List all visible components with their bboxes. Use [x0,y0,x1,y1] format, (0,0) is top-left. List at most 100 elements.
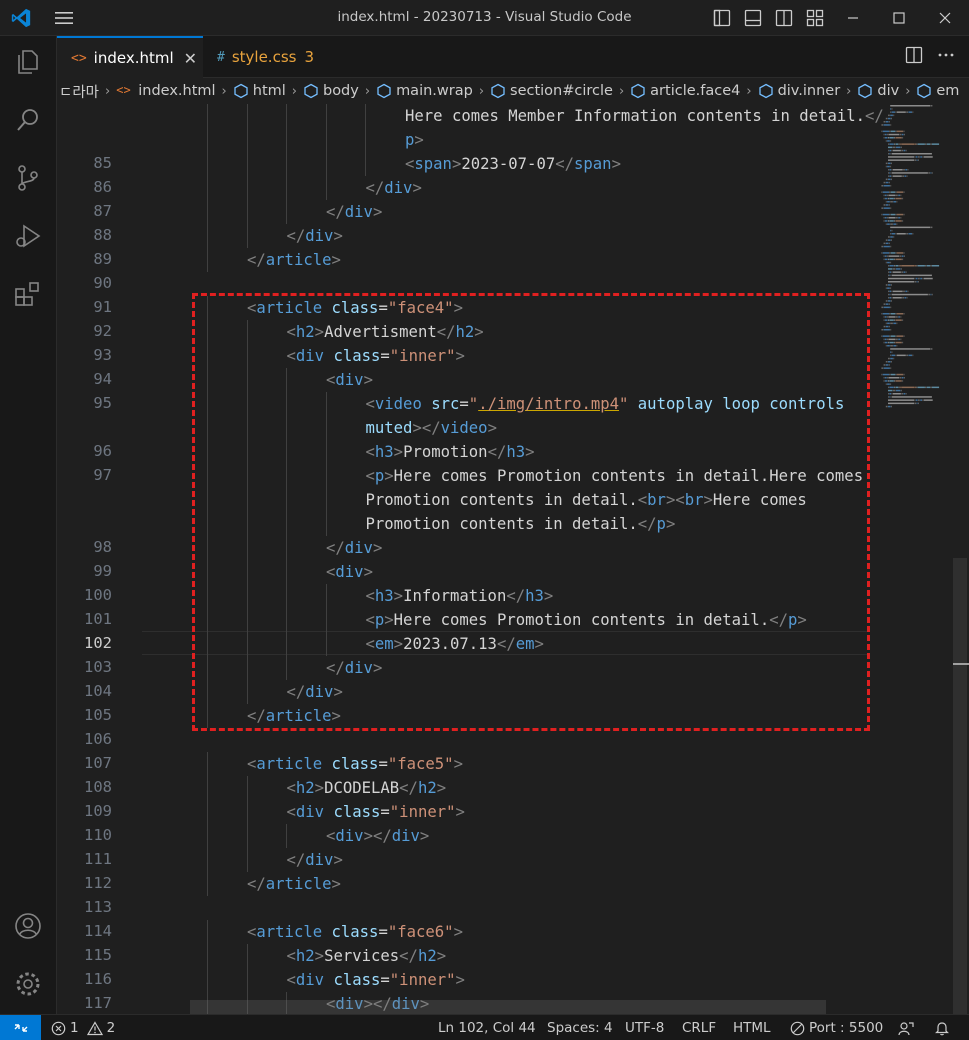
breadcrumb-file[interactable]: <> index.html › [116,83,233,99]
minimap-stroke [888,217,896,219]
minimap-stroke [889,130,891,133]
minimap-stroke [896,201,898,203]
more-actions-icon[interactable] [937,46,955,64]
indent-guide [207,800,208,824]
code-line[interactable]: Here comes Member Information contents i… [405,104,884,128]
minimap-stroke [920,399,922,401]
breadcrumb-symbol[interactable]: body › [303,83,376,99]
minimap-stroke [890,261,892,264]
minimap-stroke [891,274,932,277]
editor-tabs: <> index.html ✕ # style.css 3 [57,36,969,78]
code-line[interactable]: <h2>DCODELAB</h2> [287,776,447,800]
minimap-stroke [888,236,890,238]
code-line[interactable]: p> [405,128,424,152]
maximize-icon[interactable] [889,8,909,28]
search-icon[interactable] [12,104,44,136]
problems-indicator[interactable]: 1 2 [51,1020,115,1036]
code-line[interactable]: <div class="inner"> [287,968,465,992]
breadcrumb-symbol[interactable]: section#circle › [490,83,630,99]
code-line[interactable]: </article> [247,248,341,272]
code-token: > [331,251,341,269]
code-token: </ [555,155,575,173]
minimap-stroke [890,223,893,225]
code-line[interactable]: <article class="face5"> [247,752,463,776]
minimap[interactable] [875,103,955,423]
code-line[interactable]: </div> [287,224,343,248]
horizontal-scrollbar[interactable] [190,1000,826,1014]
live-server-port[interactable]: Port : 5500 [790,1020,883,1036]
code-line[interactable]: <div></div> [326,824,429,848]
tab-index-html[interactable]: <> index.html ✕ [57,36,203,78]
minimap-stroke [891,117,892,120]
breadcrumb-symbol[interactable]: div.inner › [758,83,858,99]
minimap-stroke [885,117,888,120]
accounts-icon[interactable] [12,910,44,942]
minimap-stroke [893,201,896,203]
explorer-icon[interactable] [12,46,44,78]
breadcrumb-symbol[interactable]: div › [857,83,916,99]
toggle-primary-sidebar-icon[interactable] [713,9,731,27]
minimap-stroke [883,367,890,369]
minimap-stroke [888,380,889,382]
code-line[interactable]: </div> [287,848,343,872]
code-line[interactable]: </div> [326,200,382,224]
tab-style-css[interactable]: # style.css 3 [203,36,328,78]
minimap-stroke [899,386,901,389]
code-line[interactable]: </div> [366,176,422,200]
minimap-stroke [914,402,917,405]
run-debug-icon[interactable] [12,220,44,252]
close-window-icon[interactable] [935,8,955,28]
line-endings[interactable]: CRLF [682,1020,716,1036]
minimap-stroke [889,271,892,273]
settings-gear-icon[interactable] [12,968,44,1000]
remote-indicator[interactable] [0,1015,41,1040]
feedback-icon[interactable] [898,1020,914,1036]
minimap-stroke [896,111,906,113]
minimap-stroke [888,281,915,283]
minimap-stroke [896,194,898,197]
cursor-position[interactable]: Ln 102, Col 44 [438,1020,536,1036]
code-editor[interactable]: Here comes Member Information contents i… [57,103,969,1014]
code-line[interactable]: <div class="inner"> [287,800,465,824]
breadcrumb-folder[interactable]: ㄷ라마 › [59,81,116,102]
minimap-stroke [891,271,893,273]
minimize-icon[interactable] [843,8,863,28]
customize-layout-icon[interactable] [806,9,824,27]
extensions-icon[interactable] [12,278,44,310]
minimap-stroke [891,393,893,395]
code-line[interactable]: <h2>Services</h2> [287,944,447,968]
encoding[interactable]: UTF-8 [625,1020,664,1036]
minimap-stroke [926,143,931,145]
code-line[interactable]: <article class="face6"> [247,920,463,944]
minimap-stroke [885,287,887,289]
toggle-panel-icon[interactable] [744,9,762,27]
split-editor-icon[interactable] [905,46,923,64]
minimap-stroke [896,389,901,392]
minimap-stroke [918,402,919,405]
indent-guide [207,752,208,776]
language-mode[interactable]: HTML [733,1020,771,1036]
minimap-stroke [883,194,885,197]
minimap-stroke [896,146,901,149]
minimap-stroke [890,233,892,235]
vertical-scrollbar[interactable] [953,558,967,1014]
close-tab-icon[interactable]: ✕ [184,49,197,68]
breadcrumb-symbol[interactable]: em [916,83,959,99]
notifications-bell-icon[interactable] [934,1020,950,1036]
minimap-stroke [894,143,896,145]
source-control-icon[interactable] [12,162,44,194]
breadcrumb-symbol[interactable]: main.wrap › [376,83,490,99]
minimap-stroke [881,207,884,209]
code-token: > [314,779,325,797]
toggle-secondary-sidebar-icon[interactable] [775,9,793,27]
minimap-stroke [895,137,902,139]
indent-guide [207,920,208,944]
minimap-stroke [914,156,916,158]
minimap-stroke [882,252,889,254]
breadcrumb-symbol[interactable]: article.face4 › [630,83,757,99]
code-token: </ [286,851,306,869]
breadcrumb-symbol[interactable]: html › [233,83,303,99]
indentation[interactable]: Spaces: 4 [547,1020,613,1036]
code-line[interactable]: <span>2023-07-07</span> [405,152,621,176]
code-line[interactable]: </article> [247,872,341,896]
